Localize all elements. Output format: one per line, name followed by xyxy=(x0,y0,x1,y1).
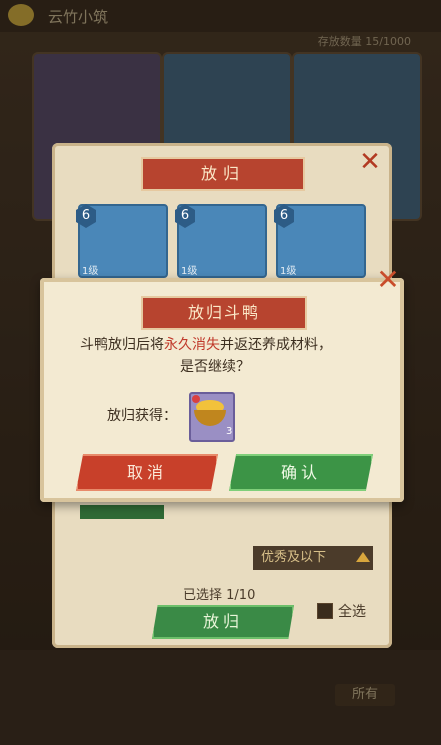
message-highlight: 永久消失 xyxy=(164,337,220,353)
selected-value: 1/10 xyxy=(226,588,256,603)
selected-label: 已选择 xyxy=(183,588,223,603)
confirm-button[interactable]: 确认 xyxy=(229,454,373,491)
message-text: 并返还养成材料， xyxy=(220,337,332,353)
dialog-question: 是否继续？ xyxy=(180,359,250,375)
dialog-message: 斗鸭放归后将永久消失并返还养成材料， xyxy=(80,334,380,354)
reward-item-count: 3 xyxy=(226,426,233,437)
triangle-up-icon[interactable] xyxy=(356,552,370,562)
dialog-title: 放归斗鸭 xyxy=(141,296,307,330)
duck-tier: 1级 xyxy=(280,266,297,277)
selected-count: 已选择 1/10 xyxy=(183,584,255,603)
select-all-label[interactable]: 全选 xyxy=(338,601,366,621)
duck-tier: 1级 xyxy=(181,266,198,277)
duck-tier: 1级 xyxy=(82,266,99,277)
selected-duck-strip xyxy=(80,505,164,519)
message-text: 斗鸭放归后将 xyxy=(80,337,164,353)
quality-filter-dropdown[interactable]: 优秀及以下 xyxy=(253,546,373,570)
release-button[interactable]: 放归 xyxy=(152,605,294,639)
close-icon[interactable]: ✕ xyxy=(356,148,384,176)
reward-label: 放归获得： xyxy=(107,408,177,424)
select-all-checkbox[interactable] xyxy=(317,603,333,619)
cancel-button[interactable]: 取消 xyxy=(76,454,218,491)
release-panel-title: 放归 xyxy=(141,157,305,191)
close-icon[interactable]: ✕ xyxy=(373,265,403,295)
